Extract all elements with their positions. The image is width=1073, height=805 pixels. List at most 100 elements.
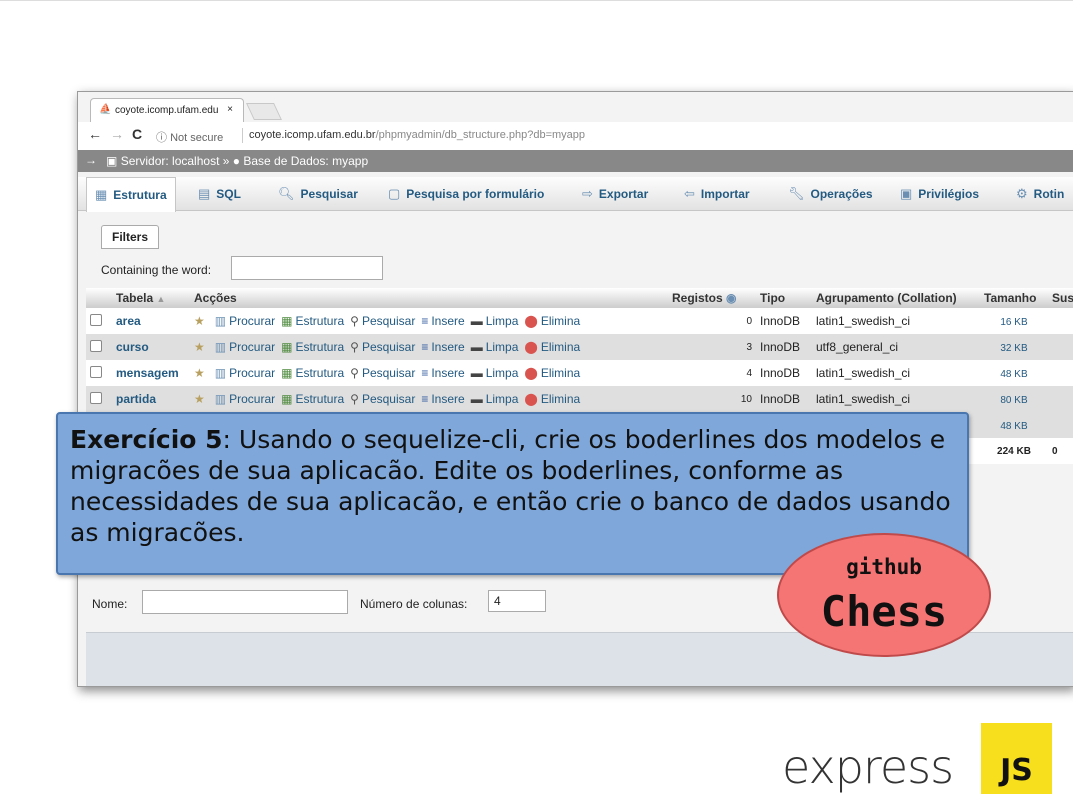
table-name[interactable]: area: [112, 308, 190, 334]
tab-search[interactable]: 🔍︎ Pesquisar: [278, 177, 358, 210]
express-logo-word: express: [782, 740, 954, 794]
breadcrumb-server[interactable]: Servidor: localhost: [121, 154, 220, 168]
action-1[interactable]: ▦ Estrutura: [281, 340, 344, 354]
favorite-star-icon[interactable]: ★: [194, 392, 205, 406]
search-icon: 🔍︎: [278, 185, 295, 201]
navigation-toggle-icon[interactable]: →: [85, 153, 97, 167]
tab-operations[interactable]: 🔧︎ Operações: [788, 177, 873, 210]
sql-icon: ▤: [198, 185, 211, 201]
tab-export[interactable]: ⇨ Exportar: [582, 177, 648, 210]
empty-icon: ▬: [470, 366, 483, 380]
header-rows[interactable]: Registos ◉: [668, 288, 756, 308]
tab-query[interactable]: ▢ Pesquisa por formulário: [388, 177, 544, 210]
table-name[interactable]: mensagem: [112, 360, 190, 386]
row-type: InnoDB: [756, 308, 812, 334]
tab-structure[interactable]: ▦ Estrutura: [86, 177, 176, 212]
phpmyadmin-favicon-icon: ⛵: [99, 104, 112, 115]
tab-routines[interactable]: ⚙ Rotin: [1016, 177, 1064, 210]
total-overhead: 0: [1048, 438, 1073, 464]
action-1[interactable]: ▦ Estrutura: [281, 392, 344, 406]
tab-sql[interactable]: ▤ SQL: [198, 177, 241, 210]
row-checkbox-cell: [86, 360, 112, 386]
row-checkbox[interactable]: [90, 313, 102, 326]
filter-input[interactable]: [231, 256, 383, 280]
row-collation: latin1_swedish_ci: [812, 360, 980, 386]
row-actions: ★ ▥ Procurar ▦ Estrutura ⚲ Pesquisar ≡ Insere ▬ Li…: [190, 308, 668, 334]
row-checkbox[interactable]: [90, 365, 102, 378]
action-4[interactable]: ▬ Limpa: [471, 392, 519, 406]
header-type[interactable]: Tipo: [756, 288, 812, 308]
action-5[interactable]: ⬤ Elimina: [524, 366, 580, 380]
github-chess-badge: github Chess: [777, 533, 991, 657]
header-table[interactable]: Tabela ▲: [112, 288, 190, 308]
action-2[interactable]: ⚲ Pesquisar: [350, 392, 415, 406]
new-tab-button[interactable]: [246, 103, 282, 120]
structure-icon: ▦: [281, 366, 293, 380]
row-checkbox[interactable]: [90, 391, 102, 404]
action-label: Estrutura: [295, 392, 345, 406]
row-actions: ★ ▥ Procurar ▦ Estrutura ⚲ Pesquisar ≡ Insere ▬ Li…: [190, 334, 668, 360]
action-4[interactable]: ▬ Limpa: [471, 314, 519, 328]
action-4[interactable]: ▬ Limpa: [471, 340, 519, 354]
action-2[interactable]: ⚲ Pesquisar: [350, 314, 415, 328]
action-0[interactable]: ▥ Procurar: [215, 392, 275, 406]
header-collation[interactable]: Agrupamento (Collation): [812, 288, 980, 308]
insert-icon: ≡: [421, 392, 429, 406]
action-3[interactable]: ≡ Insere: [421, 366, 464, 380]
back-icon[interactable]: ←: [88, 126, 102, 142]
table-name[interactable]: partida: [112, 386, 190, 412]
action-1[interactable]: ▦ Estrutura: [281, 314, 344, 328]
row-size: 16 KB: [980, 308, 1048, 334]
action-2[interactable]: ⚲ Pesquisar: [350, 340, 415, 354]
search-icon: ⚲: [350, 340, 359, 354]
address-separator: [242, 128, 243, 143]
table-name-input[interactable]: [142, 590, 348, 614]
security-indicator[interactable]: ⓘ Not secure: [156, 129, 223, 145]
row-collation: latin1_swedish_ci: [812, 308, 980, 334]
breadcrumb-database[interactable]: Base de Dados: myapp: [243, 154, 368, 168]
action-1[interactable]: ▦ Estrutura: [281, 366, 344, 380]
tab-privileges-label: Privilégios: [918, 186, 979, 201]
favorite-star-icon[interactable]: ★: [194, 340, 205, 354]
help-icon[interactable]: ◉: [726, 291, 736, 305]
server-icon: ▣: [106, 154, 118, 168]
browser-tab[interactable]: ⛵ coyote.icomp.ufam.edu ×: [90, 98, 244, 123]
action-2[interactable]: ⚲ Pesquisar: [350, 366, 415, 380]
action-0[interactable]: ▥ Procurar: [215, 340, 275, 354]
action-3[interactable]: ≡ Insere: [421, 392, 464, 406]
action-4[interactable]: ▬ Limpa: [471, 366, 519, 380]
action-label: Procurar: [229, 366, 276, 380]
url-field[interactable]: coyote.icomp.ufam.edu.br/phpmyadmin/db_s…: [249, 129, 585, 141]
table-name[interactable]: curso: [112, 334, 190, 360]
total-size: 224 KB: [980, 438, 1048, 464]
action-0[interactable]: ▥ Procurar: [215, 366, 275, 380]
action-5[interactable]: ⬤ Elimina: [524, 314, 580, 328]
action-5[interactable]: ⬤ Elimina: [524, 340, 580, 354]
header-size[interactable]: Tamanho: [980, 288, 1048, 308]
drop-icon: ⬤: [524, 314, 538, 328]
row-count: 4: [668, 360, 756, 386]
action-3[interactable]: ≡ Insere: [421, 314, 464, 328]
close-tab-icon[interactable]: ×: [227, 104, 233, 115]
action-5[interactable]: ⬤ Elimina: [524, 392, 580, 406]
privileges-icon: ▣: [900, 185, 913, 201]
action-label: Procurar: [229, 340, 276, 354]
js-logo: JS: [981, 723, 1052, 794]
row-actions: ★ ▥ Procurar ▦ Estrutura ⚲ Pesquisar ≡ Insere ▬ Li…: [190, 386, 668, 412]
header-actions: Acções: [190, 288, 668, 308]
action-label: Estrutura: [295, 314, 345, 328]
columns-input[interactable]: 4: [488, 590, 546, 612]
header-overhead[interactable]: Susp: [1048, 288, 1073, 308]
tab-privileges[interactable]: ▣ Privilégios: [900, 177, 979, 210]
favorite-star-icon[interactable]: ★: [194, 366, 205, 380]
action-label: Estrutura: [295, 340, 345, 354]
action-3[interactable]: ≡ Insere: [421, 340, 464, 354]
action-label: Elimina: [540, 366, 581, 380]
forward-icon[interactable]: →: [110, 126, 124, 142]
row-checkbox-cell: [86, 334, 112, 360]
row-checkbox[interactable]: [90, 339, 102, 352]
tab-import[interactable]: ⇦ Importar: [684, 177, 750, 210]
favorite-star-icon[interactable]: ★: [194, 314, 205, 328]
action-0[interactable]: ▥ Procurar: [215, 314, 275, 328]
reload-icon[interactable]: C: [132, 126, 142, 142]
